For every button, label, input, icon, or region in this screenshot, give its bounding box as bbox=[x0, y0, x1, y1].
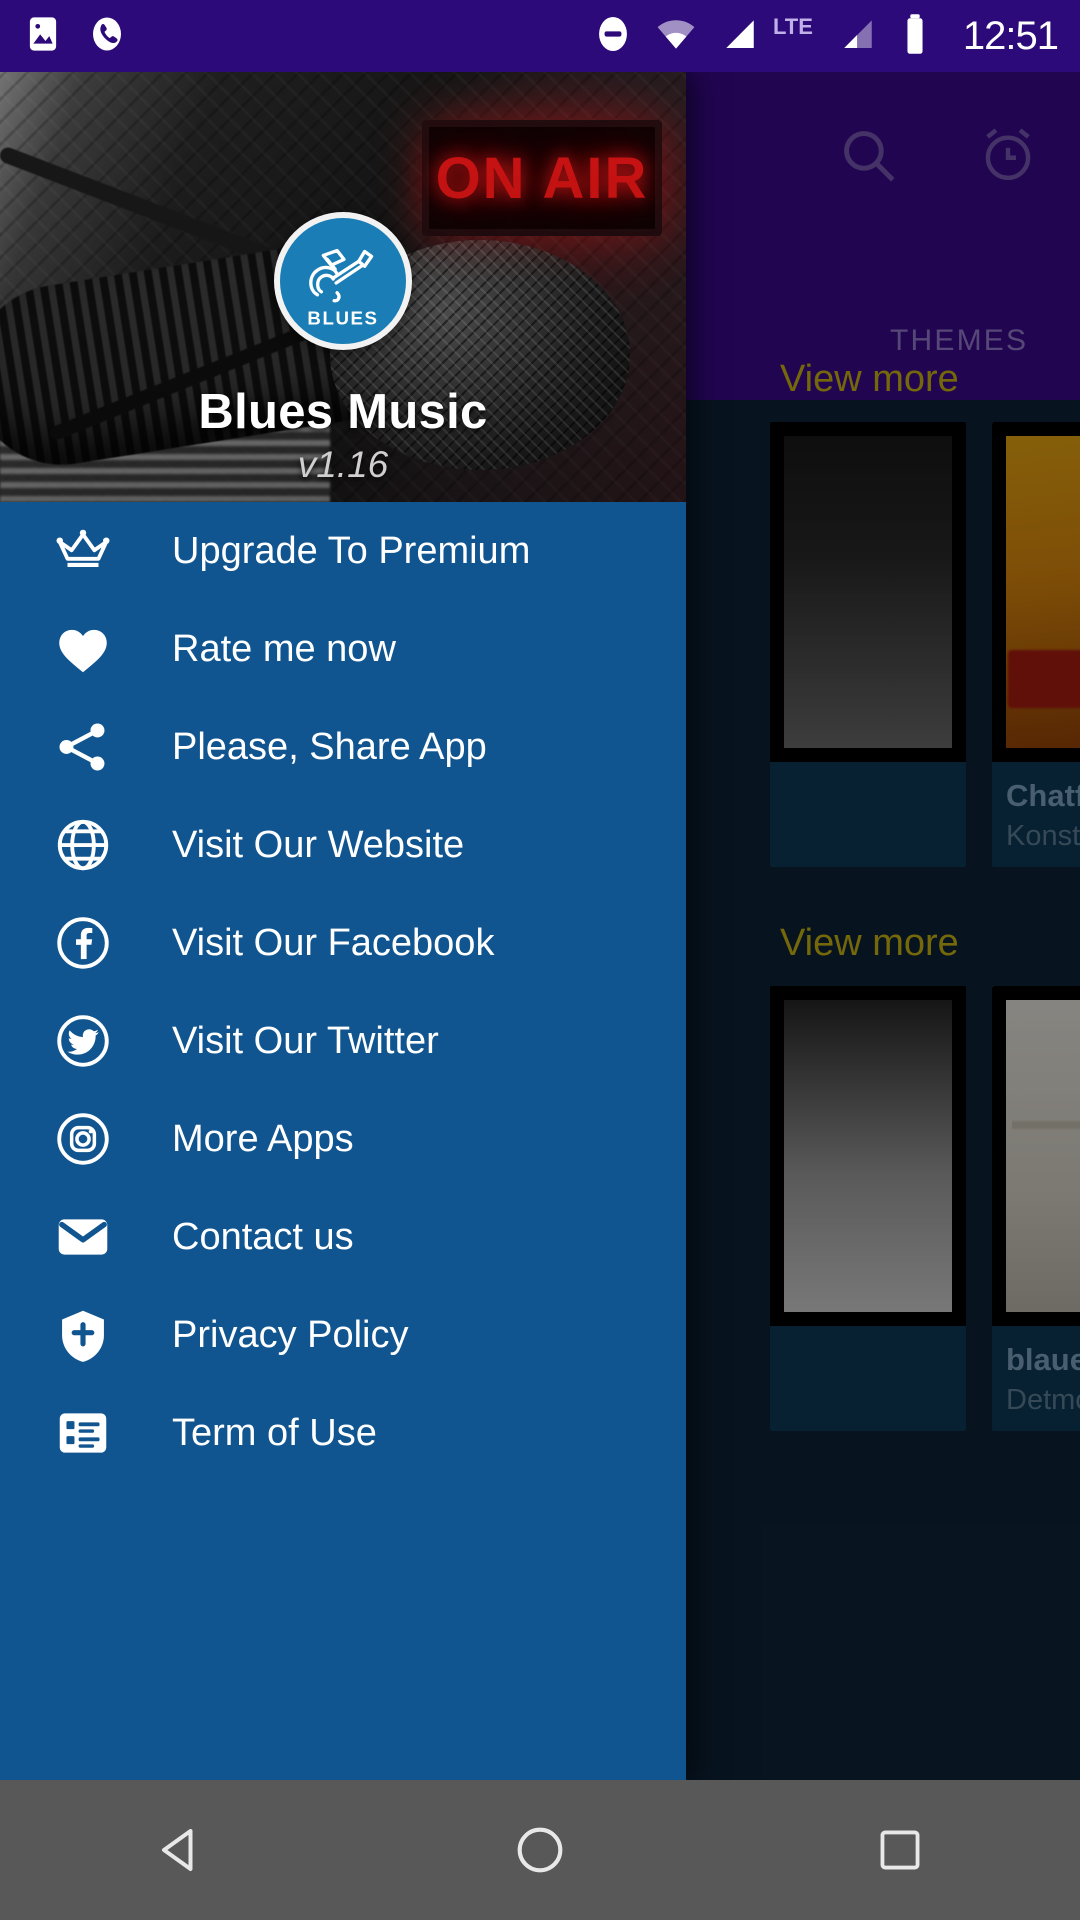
blues-guitar-logo: BLUES bbox=[274, 212, 412, 350]
menu-item-privacy-policy[interactable]: Privacy Policy bbox=[0, 1286, 686, 1384]
menu-item-label: Rate me now bbox=[172, 627, 396, 670]
globe-icon bbox=[40, 814, 126, 876]
menu-item-upgrade-to-premium[interactable]: Upgrade To Premium bbox=[0, 502, 686, 600]
envelope-icon bbox=[40, 1206, 126, 1268]
menu-item-visit-facebook[interactable]: Visit Our Facebook bbox=[0, 894, 686, 992]
do-not-disturb-icon bbox=[591, 12, 635, 61]
status-bar-left bbox=[22, 13, 128, 60]
phone-call-icon bbox=[86, 13, 128, 60]
menu-item-label: Please, Share App bbox=[172, 725, 487, 768]
status-bar: LTE 12:51 bbox=[0, 0, 1080, 72]
menu-item-label: Visit Our Twitter bbox=[172, 1019, 439, 1062]
app-title: Blues Music bbox=[198, 385, 488, 439]
menu-item-label: Privacy Policy bbox=[172, 1313, 409, 1356]
system-navigation-bar bbox=[0, 1780, 1080, 1920]
status-bar-right: LTE 12:51 bbox=[591, 11, 1059, 62]
network-type-label: LTE bbox=[772, 14, 813, 39]
list-document-icon bbox=[40, 1402, 126, 1464]
menu-item-share-app[interactable]: Please, Share App bbox=[0, 698, 686, 796]
image-icon bbox=[22, 13, 64, 60]
menu-item-label: Upgrade To Premium bbox=[172, 529, 531, 572]
drawer-menu: Upgrade To Premium Rate me now Please, S… bbox=[0, 502, 686, 1482]
menu-item-more-apps[interactable]: More Apps bbox=[0, 1090, 686, 1188]
signal-2-icon bbox=[835, 13, 877, 60]
menu-item-rate-me-now[interactable]: Rate me now bbox=[0, 600, 686, 698]
crown-icon bbox=[40, 520, 126, 582]
menu-item-label: Visit Our Website bbox=[172, 823, 465, 866]
menu-item-label: Visit Our Facebook bbox=[172, 921, 495, 964]
drawer-header: ON AIR BLUES bbox=[0, 72, 686, 502]
facebook-icon bbox=[40, 912, 126, 974]
recents-button[interactable] bbox=[840, 1790, 960, 1910]
twitter-icon bbox=[40, 1010, 126, 1072]
shield-icon bbox=[40, 1304, 126, 1366]
wifi-icon bbox=[653, 11, 699, 62]
share-icon bbox=[40, 716, 126, 778]
phone-screen: THEMES View more Chatfire Konstanz View … bbox=[0, 0, 1080, 1920]
signal-icon bbox=[717, 13, 759, 60]
home-button[interactable] bbox=[480, 1790, 600, 1910]
menu-item-term-of-use[interactable]: Term of Use bbox=[0, 1384, 686, 1482]
battery-icon bbox=[895, 12, 935, 61]
menu-item-visit-twitter[interactable]: Visit Our Twitter bbox=[0, 992, 686, 1090]
status-bar-clock: 12:51 bbox=[962, 13, 1059, 58]
svg-text:BLUES: BLUES bbox=[307, 307, 378, 328]
menu-item-contact-us[interactable]: Contact us bbox=[0, 1188, 686, 1286]
menu-item-label: Term of Use bbox=[172, 1411, 377, 1454]
menu-item-label: More Apps bbox=[172, 1117, 354, 1160]
back-button[interactable] bbox=[120, 1790, 240, 1910]
menu-item-label: Contact us bbox=[172, 1215, 354, 1258]
app-version: v1.16 bbox=[297, 444, 389, 485]
heart-icon bbox=[40, 618, 126, 680]
menu-item-visit-website[interactable]: Visit Our Website bbox=[0, 796, 686, 894]
navigation-drawer: ON AIR BLUES bbox=[0, 72, 686, 1780]
instagram-icon bbox=[40, 1108, 126, 1170]
